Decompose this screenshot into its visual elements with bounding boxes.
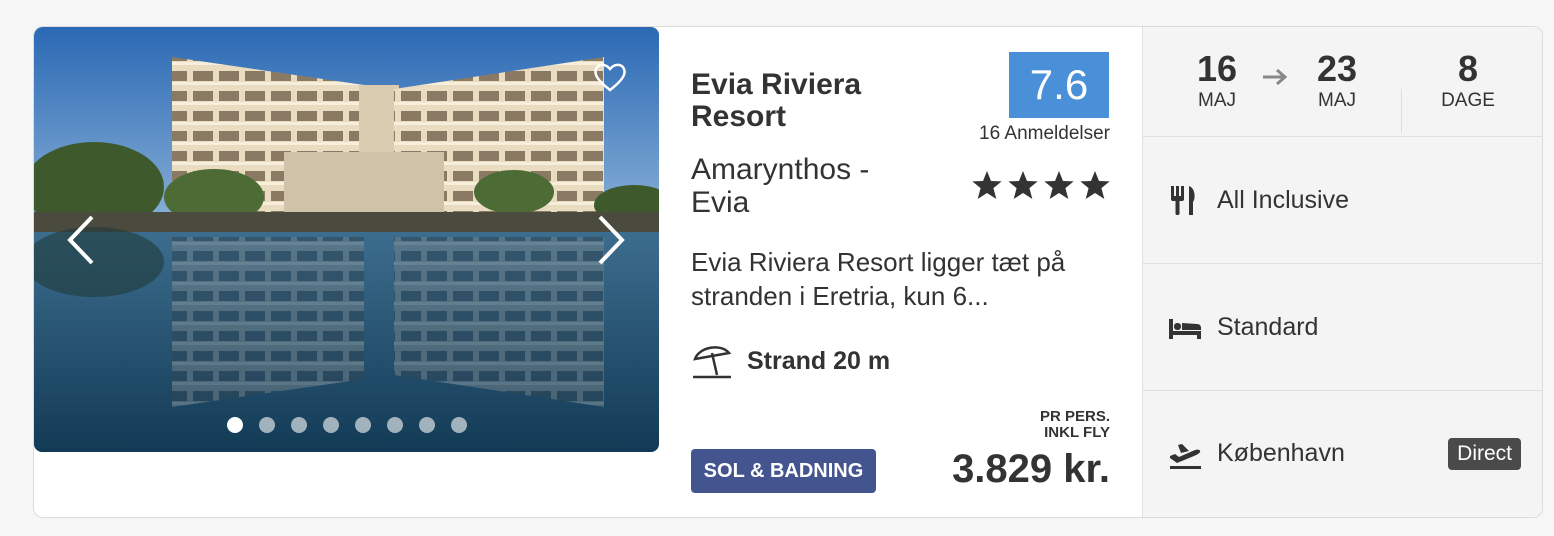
depart-day: 16 <box>1196 48 1238 89</box>
chevron-left-icon[interactable] <box>64 213 100 267</box>
star-icon <box>1008 171 1038 199</box>
gallery-dot[interactable] <box>450 417 467 433</box>
duration-label: DAGE <box>1441 90 1495 111</box>
board-type: All Inclusive <box>1217 185 1349 214</box>
hotel-gallery[interactable] <box>34 27 659 452</box>
plane-departure-icon <box>1167 438 1203 470</box>
hotel-name[interactable]: Evia Riviera Resort <box>691 69 931 133</box>
direct-flight-badge: Direct <box>1448 438 1521 470</box>
price-caption-line1: PR PERS. <box>1039 408 1110 425</box>
room-type-row: Standard <box>1143 264 1542 391</box>
room-type: Standard <box>1217 312 1319 341</box>
gallery-dot[interactable] <box>418 417 435 433</box>
trip-duration: 8 DAGE <box>1423 49 1513 113</box>
gallery-dot[interactable] <box>290 417 307 433</box>
cutlery-icon <box>1167 184 1203 216</box>
star-icon <box>1044 171 1074 199</box>
hotel-info: Evia Riviera Resort 7.6 16 Anmeldelser A… <box>659 27 1142 517</box>
gallery-dot[interactable] <box>386 417 403 433</box>
depart-date: 16 MAJ <box>1172 49 1262 113</box>
chevron-right-icon[interactable] <box>592 213 628 267</box>
beach-distance: Strand 20 m <box>691 341 890 381</box>
depart-month: MAJ <box>1198 90 1236 111</box>
rating-score: 7.6 <box>1009 52 1109 118</box>
price-caption: PR PERS. INKL FLY <box>1040 409 1110 441</box>
heart-icon[interactable] <box>592 61 628 93</box>
return-month: MAJ <box>1318 90 1356 111</box>
arrow-right-icon <box>1263 68 1288 86</box>
beach-distance-text: Strand 20 m <box>747 346 891 375</box>
date-divider <box>1401 89 1402 133</box>
star-icon <box>972 171 1002 199</box>
theme-tag[interactable]: SOL & BADNING <box>691 449 876 493</box>
return-date: 23 MAJ <box>1292 49 1382 113</box>
hotel-card[interactable]: Evia Riviera Resort 7.6 16 Anmeldelser A… <box>33 26 1543 518</box>
hotel-description: Evia Riviera Resort ligger tæt på strand… <box>691 247 1066 311</box>
trip-details-panel: 16 MAJ 23 MAJ 8 DAGE All Inclusive Stand… <box>1142 27 1542 517</box>
flight-row: København Direct <box>1143 390 1542 517</box>
star-rating <box>971 169 1111 201</box>
departure-airport: København <box>1217 439 1345 467</box>
return-day: 23 <box>1316 48 1358 89</box>
gallery-dots <box>34 417 659 433</box>
gallery-dot[interactable] <box>354 417 371 433</box>
bed-icon <box>1167 311 1203 343</box>
review-count[interactable]: 16 Anmeldelser <box>979 123 1110 145</box>
gallery-dot[interactable] <box>258 417 275 433</box>
trip-dates: 16 MAJ 23 MAJ 8 DAGE <box>1143 27 1542 137</box>
gallery-dot[interactable] <box>226 417 243 433</box>
duration-number: 8 <box>1457 48 1479 89</box>
hotel-location: Amarynthos - Evia <box>691 153 870 219</box>
gallery-dot[interactable] <box>322 417 339 433</box>
price-amount[interactable]: 3.829 kr. <box>952 447 1110 492</box>
price-caption-line2: INKL FLY <box>1044 424 1110 441</box>
umbrella-icon <box>693 346 732 379</box>
board-type-row: All Inclusive <box>1143 137 1542 264</box>
star-icon <box>1080 171 1110 199</box>
hotel-photo <box>34 27 659 452</box>
